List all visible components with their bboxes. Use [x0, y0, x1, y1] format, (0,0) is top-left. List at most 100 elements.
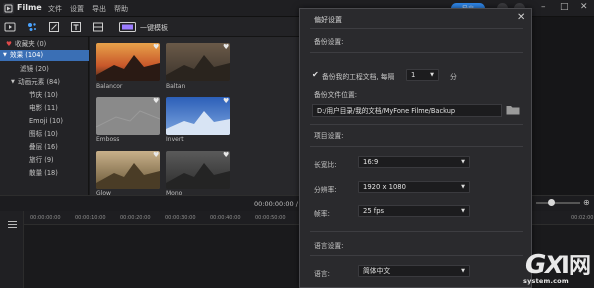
ruler-tick-label: 00:02:00 — [571, 215, 594, 221]
chevron-down-icon: ▼ — [461, 184, 465, 190]
language-select[interactable]: 简体中文 ▼ — [358, 265, 470, 277]
effect-thumb-emboss[interactable] — [96, 97, 160, 135]
effect-label: Balancor — [96, 83, 123, 90]
sidebar-item-animations[interactable]: ▼ 动画元素 (84) — [0, 77, 89, 88]
backup-path-field[interactable]: D:/用户目录/我的文档/MyFone Filme/Backup — [312, 104, 502, 117]
time-readout: 00:00:00:00 / — [254, 200, 298, 208]
resolution-value: 1920 x 1080 — [363, 183, 406, 191]
sidebar-item-label: 散量 (18) — [29, 169, 58, 177]
sidebar-item-festival[interactable]: 节庆 (10) — [0, 90, 89, 101]
transition-icon[interactable] — [92, 21, 104, 33]
sidebar-item-label: 叠层 (16) — [29, 143, 58, 151]
backup-section-title: 备份设置: — [314, 38, 344, 46]
expand-arrow-icon[interactable]: ▼ — [11, 77, 15, 88]
edit-icon[interactable] — [48, 21, 60, 33]
text-icon[interactable] — [70, 21, 82, 33]
project-section-title: 项目设置: — [314, 132, 344, 140]
zoom-in-icon[interactable]: ⊕ — [583, 198, 590, 207]
watermark-logo: G X I 网 — [525, 250, 591, 279]
backup-checkbox[interactable]: ✔ — [312, 70, 319, 79]
template-icon[interactable] — [119, 22, 136, 32]
divider — [310, 146, 523, 147]
sidebar-item-effects[interactable]: ▼ 效果 (104) — [0, 50, 89, 61]
expand-arrow-icon[interactable]: ▼ — [3, 50, 7, 61]
dialog-title: 偏好设置 — [314, 16, 342, 24]
media-toolbar: 一键模板 — [0, 17, 300, 37]
frame-rate-select[interactable]: 25 fps ▼ — [358, 205, 470, 217]
sidebar-item-movie[interactable]: 电影 (11) — [0, 103, 89, 114]
chevron-down-icon: ▼ — [461, 208, 465, 214]
backup-checkbox-label: 备份我的工程文档, 每隔 — [322, 73, 395, 81]
sidebar-item-label: 动画元素 (84) — [18, 78, 61, 86]
favorite-heart-icon[interactable]: ♥ — [153, 43, 159, 51]
language-section-title: 语言设置: — [314, 242, 344, 250]
effect-thumb-balancor[interactable] — [96, 43, 160, 81]
aspect-ratio-select[interactable]: 16:9 ▼ — [358, 156, 470, 168]
folder-icon[interactable] — [506, 104, 520, 115]
favorite-heart-icon[interactable]: ♥ — [153, 97, 159, 105]
effect-thumb-mono[interactable] — [166, 151, 230, 189]
sidebar-item-label: 图标 (10) — [29, 130, 58, 138]
sidebar-item-label: 节庆 (10) — [29, 91, 58, 99]
svg-text:网: 网 — [569, 254, 591, 279]
effect-label: Emboss — [96, 136, 120, 143]
frame-rate-value: 25 fps — [363, 207, 385, 215]
chevron-down-icon: ▼ — [430, 72, 434, 78]
sidebar-item-scatter[interactable]: 散量 (18) — [0, 168, 89, 179]
resolution-label: 分辨率: — [314, 186, 337, 194]
aspect-ratio-value: 16:9 — [363, 158, 379, 166]
track-menu-icon[interactable] — [8, 221, 17, 228]
zoom-slider[interactable] — [536, 202, 580, 204]
ruler-tick-label: 00:00:10:00 — [75, 215, 106, 221]
favorite-heart-icon[interactable]: ♥ — [153, 151, 159, 159]
frame-rate-label: 帧率: — [314, 210, 330, 218]
menu-file[interactable]: 文件 — [48, 4, 62, 14]
divider — [310, 52, 523, 53]
chevron-down-icon: ▼ — [461, 268, 465, 274]
menu-settings[interactable]: 设置 — [70, 4, 84, 14]
close-window-icon[interactable]: ✕ — [580, 2, 588, 12]
effect-thumb-baltan[interactable] — [166, 43, 230, 81]
backup-interval-select[interactable]: 1 ▼ — [406, 69, 439, 81]
effects-grid: ♥ Balancor ♥ Baltan ♥ Emboss ♥ Invert ♥ … — [90, 37, 300, 197]
maximize-icon[interactable]: □ — [560, 2, 569, 12]
media-icon[interactable] — [4, 21, 16, 33]
sidebar-item-icons[interactable]: 图标 (10) — [0, 129, 89, 140]
zoom-slider-handle[interactable] — [548, 199, 555, 206]
close-icon[interactable]: ✕ — [517, 12, 525, 23]
svg-text:G: G — [525, 250, 546, 279]
sidebar-item-overlay[interactable]: 叠层 (16) — [0, 142, 89, 153]
sidebar-item-label: 效果 (104) — [10, 51, 44, 59]
sidebar-item-emoji[interactable]: Emoji (10) — [0, 116, 89, 127]
divider — [310, 255, 523, 256]
track-header — [0, 211, 24, 288]
sidebar-item-travel[interactable]: 旅行 (9) — [0, 155, 89, 166]
one-click-template-label[interactable]: 一键模板 — [140, 23, 168, 33]
effect-label: Invert — [166, 136, 184, 143]
effect-thumb-glow[interactable] — [96, 151, 160, 189]
effects-sidebar: ♥ 收藏夹 (0) ▼ 效果 (104) 滤镜 (20) ▼ 动画元素 (84)… — [0, 37, 89, 195]
menu-export[interactable]: 导出 — [92, 4, 106, 14]
app-logo-icon — [3, 3, 14, 14]
resolution-select[interactable]: 1920 x 1080 ▼ — [358, 181, 470, 193]
backup-unit-label: 分 — [450, 73, 457, 81]
sidebar-item-filters[interactable]: 滤镜 (20) — [0, 64, 89, 75]
sidebar-item-label: 收藏夹 (0) — [15, 40, 47, 48]
effect-thumb-invert[interactable] — [166, 97, 230, 135]
preferences-dialog: 偏好设置 ✕ 备份设置: ✔ 备份我的工程文档, 每隔 1 ▼ 分 备份文件位置… — [299, 8, 532, 288]
ruler-tick-label: 00:00:20:00 — [120, 215, 151, 221]
favorite-heart-icon[interactable]: ♥ — [223, 151, 229, 159]
menu-help[interactable]: 帮助 — [114, 4, 128, 14]
aspect-ratio-label: 长宽比: — [314, 161, 337, 169]
effects-icon[interactable] — [26, 21, 38, 33]
chevron-down-icon: ▼ — [461, 159, 465, 165]
sidebar-item-favorites[interactable]: ♥ 收藏夹 (0) — [0, 39, 89, 50]
favorite-heart-icon[interactable]: ♥ — [223, 97, 229, 105]
minimize-icon[interactable]: – — [541, 2, 546, 12]
sidebar-item-label: 旅行 (9) — [29, 156, 54, 164]
language-label: 语言: — [314, 270, 330, 278]
favorite-heart-icon[interactable]: ♥ — [223, 43, 229, 51]
backup-path-value: D:/用户目录/我的文档/MyFone Filme/Backup — [317, 107, 456, 115]
watermark-text: system.com — [523, 277, 569, 285]
backup-interval-value: 1 — [411, 71, 416, 79]
